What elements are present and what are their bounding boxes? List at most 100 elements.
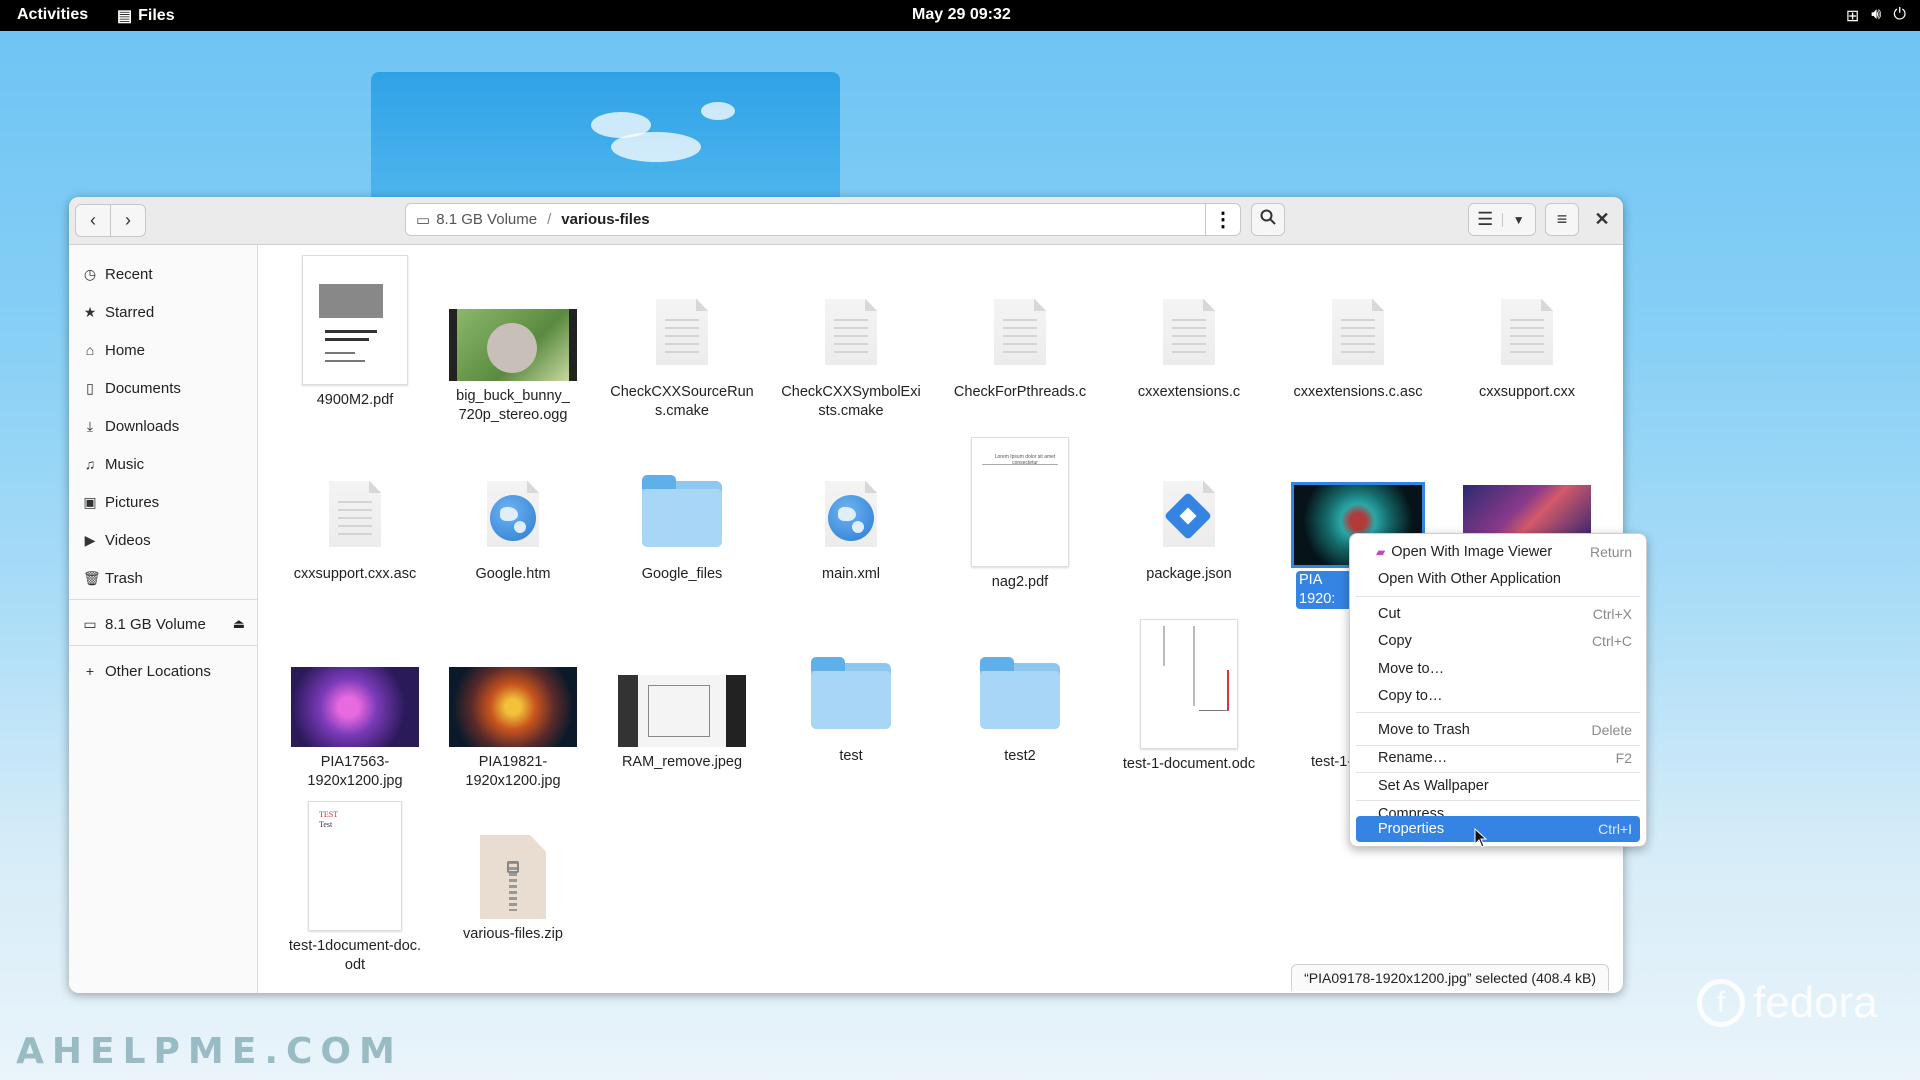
forward-button[interactable]: › <box>110 205 145 236</box>
sidebar-item-pictures[interactable]: ▣ Pictures <box>83 490 159 514</box>
sidebar-item-label: Starred <box>105 303 155 321</box>
system-tray[interactable]: ⊞ 🔊︎ ⏻ <box>1846 6 1906 26</box>
clock[interactable]: May 29 09:32 <box>912 6 1011 24</box>
close-button[interactable]: ✕ <box>1588 203 1616 236</box>
chevron-down-icon[interactable]: ▼ <box>1501 212 1536 227</box>
menu-item-label: Copy to… <box>1378 688 1443 704</box>
breadcrumb-volume[interactable]: ▭ 8.1 GB Volume <box>416 211 537 229</box>
file-item[interactable]: main.xml <box>776 437 926 584</box>
menu-item-rename[interactable]: Rename… F2 <box>1356 745 1640 771</box>
background-window <box>371 72 840 197</box>
file-item[interactable]: TEST Test test-1document-doc. odt <box>280 801 430 975</box>
sidebar-item-downloads[interactable]: ⤓ Downloads <box>83 414 179 438</box>
home-icon: ⌂ <box>85 342 95 358</box>
file-item[interactable]: Google_files <box>607 437 757 584</box>
eject-icon[interactable]: ⏏ <box>233 616 245 632</box>
menu-item-label: Move to… <box>1378 661 1445 677</box>
menu-item-set-as-wallpaper[interactable]: Set As Wallpaper <box>1356 773 1640 799</box>
text-file-icon <box>994 299 1046 365</box>
file-item[interactable]: Lorem Ipsum dolor sit amet consectetur n… <box>945 437 1095 592</box>
menu-item-cut[interactable]: Cut Ctrl+X <box>1356 601 1640 627</box>
sidebar-item-videos[interactable]: ▶ Videos <box>83 528 151 552</box>
file-item[interactable] <box>1452 437 1602 533</box>
file-item[interactable]: various-files.zip <box>438 801 588 944</box>
fedora-icon: f <box>1697 979 1745 1027</box>
menu-item-copy-to[interactable]: Copy to… <box>1356 683 1640 709</box>
header-bar: ‹ › ▭ 8.1 GB Volume / various-files ⋮ ☰ … <box>69 197 1623 245</box>
file-item[interactable]: package.json <box>1114 437 1264 584</box>
file-item[interactable]: test-1-document.odc <box>1114 619 1264 774</box>
sidebar-item-home[interactable]: ⌂ Home <box>83 338 145 362</box>
sidebar-divider <box>69 599 257 600</box>
search-button[interactable] <box>1251 203 1285 236</box>
file-item[interactable]: CheckCXXSymbolExi sts.cmake <box>776 255 926 421</box>
json-file-icon <box>1163 481 1215 547</box>
file-item[interactable]: test2 <box>945 619 1095 766</box>
file-name: nag2.pdf <box>991 574 1049 590</box>
status-bar: “PIA09178-1920x1200.jpg” selected (408.4… <box>1291 964 1609 991</box>
file-item[interactable]: cxxsupport.cxx <box>1452 255 1602 402</box>
file-item[interactable]: PIA17563- 1920x1200.jpg <box>280 619 430 791</box>
menu-item-open-with-other[interactable]: Open With Other Application <box>1356 566 1640 592</box>
text-file-icon <box>1163 299 1215 365</box>
sidebar: ◷ Recent ★ Starred ⌂ Home ▯ Documents ⤓ Downl… <box>69 245 258 993</box>
file-item[interactable]: test <box>776 619 926 766</box>
activities-button[interactable]: Activities <box>17 6 88 24</box>
file-name: CheckCXXSymbolExi sts.cmake <box>781 384 921 419</box>
breadcrumb-folder[interactable]: various-files <box>561 211 649 228</box>
text-file-icon <box>329 481 381 547</box>
folder-icon <box>811 657 891 729</box>
sidebar-item-label: Pictures <box>105 493 160 511</box>
file-item[interactable]: CheckCXXSourceRun s.cmake <box>607 255 757 421</box>
menu-separator <box>1356 712 1640 713</box>
file-item[interactable]: CheckForPthreads.c <box>945 255 1095 402</box>
view-toggle-button[interactable]: ☰ ▼ <box>1468 203 1536 236</box>
sidebar-item-other-locations[interactable]: + Other Locations <box>83 659 211 683</box>
file-item[interactable]: cxxextensions.c <box>1114 255 1264 402</box>
menu-item-copy[interactable]: Copy Ctrl+C <box>1356 628 1640 654</box>
sidebar-item-label: Documents <box>105 379 181 397</box>
menu-item-label: Properties <box>1378 821 1445 837</box>
menu-item-properties[interactable]: Properties Ctrl+I <box>1356 816 1640 842</box>
chevron-right-icon: › <box>125 210 131 230</box>
document-thumbnail <box>1140 619 1238 749</box>
menu-item-label: Open With Image Viewer <box>1391 544 1553 560</box>
menu-item-open-with-image-viewer[interactable]: ▰ Open With Image Viewer Return <box>1356 539 1640 565</box>
file-name: package.json <box>1146 566 1232 582</box>
file-item[interactable]: cxxsupport.cxx.asc <box>280 437 430 584</box>
file-item[interactable]: PIA19821- 1920x1200.jpg <box>438 619 588 791</box>
menu-item-accel: Ctrl+I <box>1598 821 1632 837</box>
file-name: cxxsupport.cxx <box>1479 384 1575 400</box>
path-bar: ▭ 8.1 GB Volume / various-files ⋮ <box>405 203 1241 236</box>
file-item[interactable]: Google.htm <box>438 437 588 584</box>
file-item[interactable]: RAM_remove.jpeg <box>607 619 757 772</box>
sidebar-item-starred[interactable]: ★ Starred <box>83 300 154 324</box>
sidebar-item-recent[interactable]: ◷ Recent <box>83 262 153 286</box>
document-thumbnail: TEST Test <box>308 801 402 931</box>
file-item[interactable]: 4900M2.pdf <box>280 255 430 410</box>
sidebar-item-documents[interactable]: ▯ Documents <box>83 376 181 400</box>
sidebar-item-label: Home <box>105 341 146 359</box>
file-name: test-1document-doc. odt <box>288 938 422 973</box>
sidebar-item-volume[interactable]: ▭ 8.1 GB Volume ⏏ <box>83 612 245 636</box>
app-menu[interactable]: ▤ Files <box>117 6 175 26</box>
menu-item-move-to-trash[interactable]: Move to Trash Delete <box>1356 717 1640 743</box>
menu-item-accel: F2 <box>1615 750 1632 766</box>
clock-icon: ◷ <box>83 265 97 282</box>
sidebar-item-label: Music <box>105 455 145 473</box>
file-item[interactable]: cxxextensions.c.asc <box>1283 255 1433 402</box>
image-thumbnail <box>291 667 419 747</box>
sidebar-item-music[interactable]: ♫ Music <box>83 452 144 476</box>
main-menu-button[interactable]: ≡ <box>1545 203 1579 236</box>
fedora-logo: f fedora <box>1697 978 1878 1028</box>
file-name: 4900M2.pdf <box>316 392 394 408</box>
file-item[interactable]: big_buck_bunny_ 720p_stereo.ogg <box>438 255 588 425</box>
back-button[interactable]: ‹ <box>76 205 110 236</box>
pictures-icon: ▣ <box>83 493 97 510</box>
drive-icon: ▭ <box>83 615 97 632</box>
menu-item-move-to[interactable]: Move to… <box>1356 656 1640 682</box>
sidebar-item-trash[interactable]: 🗑︎ Trash <box>83 566 143 590</box>
text-file-icon <box>1332 299 1384 365</box>
path-menu-button[interactable]: ⋮ <box>1205 204 1240 235</box>
globe-icon <box>490 495 536 541</box>
